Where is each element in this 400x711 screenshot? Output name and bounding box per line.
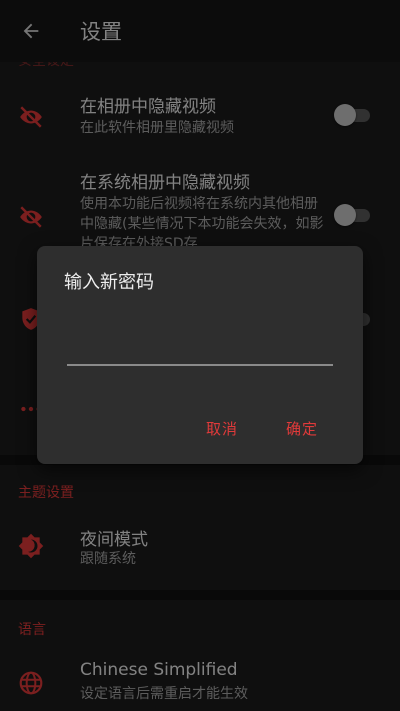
cancel-button[interactable]: 取消: [206, 418, 238, 439]
new-password-dialog: 输入新密码 取消 确定: [37, 246, 363, 464]
dialog-title: 输入新密码: [64, 272, 154, 293]
password-input[interactable]: [67, 336, 333, 366]
confirm-button[interactable]: 确定: [286, 418, 318, 439]
